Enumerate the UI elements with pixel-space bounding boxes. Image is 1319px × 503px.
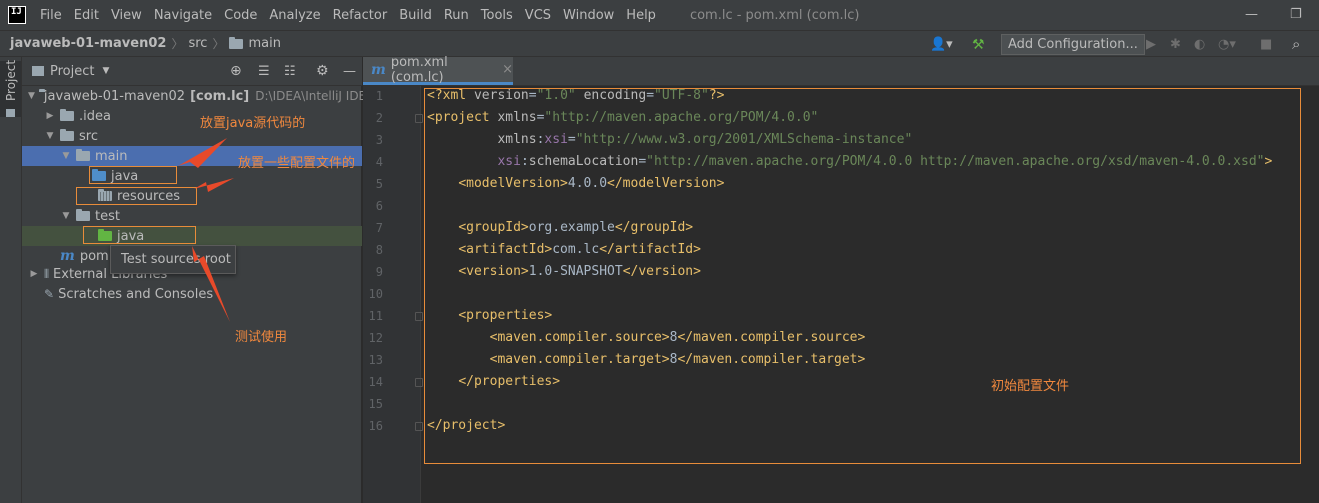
profile-icon[interactable]: ◔▾: [1218, 37, 1236, 52]
line-number: 15: [368, 397, 383, 411]
chevron-right-icon: 〉: [212, 37, 225, 51]
arrow-to-main-java: [178, 138, 227, 168]
navigation-bar: javaweb-01-maven02 〉 src 〉 main 👤▾ ⚒ Add…: [0, 30, 1319, 57]
project-view-title[interactable]: Project: [50, 64, 94, 79]
menu-tools[interactable]: Tools: [475, 8, 519, 23]
line-number: 16: [368, 419, 383, 433]
fold-icon[interactable]: [415, 422, 423, 431]
user-icon[interactable]: 👤▾: [930, 37, 953, 52]
collapse-all-icon[interactable]: ☷: [284, 64, 296, 79]
annotation-arrows: [178, 138, 234, 322]
folder-icon: [229, 36, 244, 49]
add-configuration-button[interactable]: Add Configuration...: [1001, 34, 1145, 55]
menu-bar: IJ File Edit View Navigate Code Analyze …: [0, 0, 1319, 30]
line-number: 9: [375, 265, 383, 279]
menu-code[interactable]: Code: [218, 8, 263, 23]
breadcrumb-main[interactable]: main: [248, 36, 280, 51]
line-number: 2: [375, 111, 383, 125]
tab-label: pom.xml (com.lc): [390, 54, 448, 85]
annotation-box-editor: [424, 88, 1301, 464]
editor-tab-bar: m pom.xml (com.lc) ×: [363, 54, 1319, 86]
menu-view[interactable]: View: [105, 8, 148, 23]
line-number: 14: [368, 375, 383, 389]
breadcrumb-project[interactable]: javaweb-01-maven02: [10, 36, 166, 51]
line-number: 11: [368, 309, 383, 323]
menu-build[interactable]: Build: [393, 8, 438, 23]
line-number: 5: [375, 177, 383, 191]
minimize-icon[interactable]: —: [1245, 7, 1258, 22]
fold-icon[interactable]: [415, 378, 423, 387]
line-number: 6: [375, 199, 383, 213]
line-number: 8: [375, 243, 383, 257]
debug-icon[interactable]: ✱: [1170, 37, 1181, 52]
menu-refactor[interactable]: Refactor: [327, 8, 394, 23]
menu-vcs[interactable]: VCS: [519, 8, 557, 23]
project-panel-header: Project ▼ ⊕ ☰ ☷ ⚙ —: [22, 57, 362, 86]
restore-icon[interactable]: ❐: [1290, 7, 1302, 22]
arrow-to-test-java: [192, 246, 230, 322]
menu-edit[interactable]: Edit: [68, 8, 105, 23]
chevron-right-icon: 〉: [171, 37, 184, 51]
breadcrumb: javaweb-01-maven02 〉 src 〉 main: [10, 35, 281, 52]
line-number: 10: [368, 287, 383, 301]
line-number-gutter: 1 2 3 4 5 6 7 8 9 10 11 12 13 14 15 16: [363, 86, 421, 503]
tab-pom-xml[interactable]: m pom.xml (com.lc) ×: [363, 54, 513, 85]
intellij-logo-icon: IJ: [8, 6, 26, 24]
fold-icon[interactable]: [415, 312, 423, 321]
menu-run[interactable]: Run: [438, 8, 475, 23]
window-title: com.lc - pom.xml (com.lc): [689, 7, 860, 23]
maven-icon: m: [371, 61, 386, 78]
project-view-icon: [32, 66, 44, 76]
locate-icon[interactable]: ⊕: [230, 63, 242, 79]
build-hammer-icon[interactable]: ⚒: [972, 37, 985, 53]
line-number: 4: [375, 155, 383, 169]
menu-window[interactable]: Window: [557, 8, 620, 23]
project-folder-icon: [6, 109, 15, 117]
menu-help[interactable]: Help: [620, 8, 662, 23]
line-number: 12: [368, 331, 383, 345]
run-icon[interactable]: ▶: [1146, 37, 1156, 52]
arrow-to-resources: [194, 178, 234, 192]
close-icon[interactable]: ×: [502, 62, 513, 77]
breadcrumb-src[interactable]: src: [188, 36, 207, 51]
project-tree: ▼ javaweb-01-maven02 [com.lc] D:\IDEA\In…: [22, 86, 374, 503]
line-number: 1: [375, 89, 383, 103]
stop-icon[interactable]: ■: [1260, 37, 1272, 52]
gear-icon[interactable]: ⚙: [316, 63, 329, 79]
line-number: 3: [375, 133, 383, 147]
coverage-icon[interactable]: ◐: [1194, 37, 1205, 52]
line-number: 13: [368, 353, 383, 367]
search-icon[interactable]: ⌕: [1292, 35, 1300, 53]
chevron-down-icon[interactable]: ▼: [102, 66, 109, 76]
project-stripe-label: Project: [4, 59, 18, 101]
hide-panel-icon[interactable]: —: [343, 64, 356, 79]
left-tool-stripe: Project: [0, 57, 22, 503]
fold-icon[interactable]: [415, 114, 423, 123]
expand-all-icon[interactable]: ☰: [258, 64, 270, 79]
menu-file[interactable]: File: [34, 8, 68, 23]
line-number: 7: [375, 221, 383, 235]
menu-analyze[interactable]: Analyze: [263, 8, 326, 23]
menu-navigate[interactable]: Navigate: [148, 8, 218, 23]
